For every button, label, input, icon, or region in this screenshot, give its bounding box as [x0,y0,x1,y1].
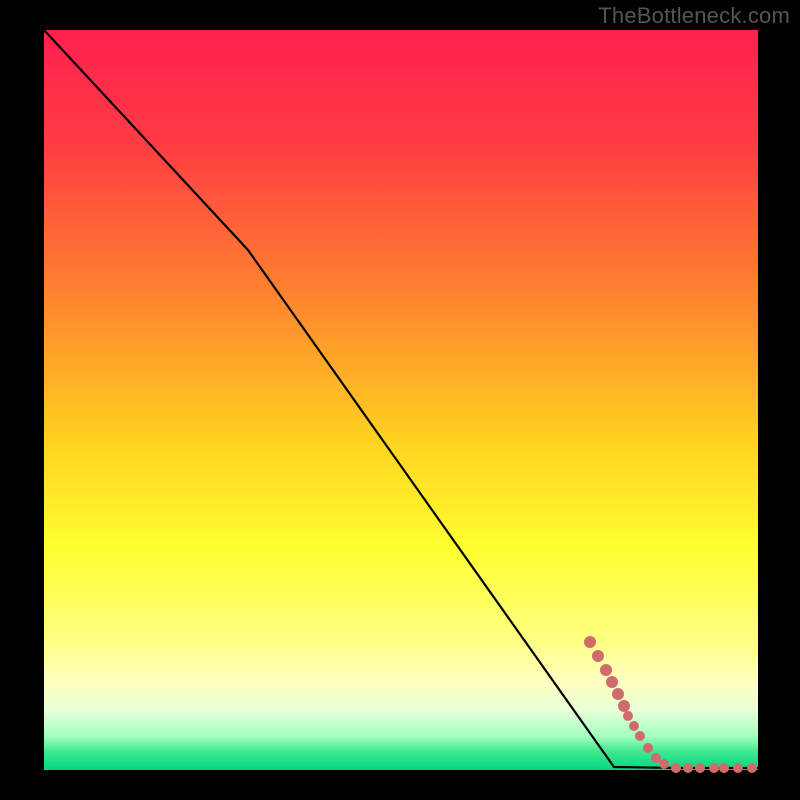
chart-marker [695,763,705,773]
chart-canvas [0,0,800,800]
chart-marker [659,759,669,769]
chart-marker [683,763,693,773]
chart-marker [747,763,757,773]
chart-plot-bg [44,30,758,770]
chart-marker [606,676,618,688]
chart-marker [629,721,639,731]
chart-frame: TheBottleneck.com [0,0,800,800]
chart-marker [709,763,719,773]
chart-marker [643,743,653,753]
chart-marker [635,731,645,741]
chart-marker [651,753,661,763]
chart-marker [592,650,604,662]
chart-marker [719,763,729,773]
chart-marker [618,700,630,712]
chart-marker [612,688,624,700]
chart-marker [671,763,681,773]
chart-marker [623,711,633,721]
chart-marker [600,664,612,676]
watermark-text: TheBottleneck.com [598,3,790,29]
chart-marker [733,763,743,773]
chart-marker [584,636,596,648]
